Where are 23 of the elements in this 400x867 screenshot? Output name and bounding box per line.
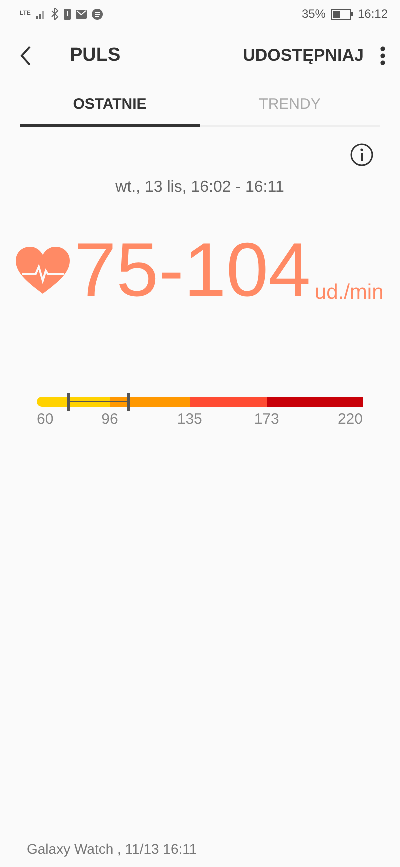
tick-label: 173 [254,411,280,428]
tab[interactable]: OSTATNIE [20,84,200,127]
tick-label: 96 [102,411,118,428]
range-line [68,401,128,402]
battery-icon [330,8,353,20]
signal-icon [36,9,46,19]
heart-rate-value: 75-104 [74,233,311,309]
heart-rate-icon [16,247,70,295]
share-button[interactable]: UDOSTĘPNIAJ [243,46,364,66]
battery-label: 35% [302,7,326,21]
info-icon[interactable] [350,143,374,167]
source-label: Galaxy Watch , 11/13 16:11 [26,841,198,859]
more-icon[interactable] [380,46,386,66]
clock: 16:12 [358,7,388,21]
back-icon[interactable] [20,46,32,66]
screen-title: PULS [70,45,122,67]
tick-label: 60 [37,411,54,428]
tick-label: 135 [177,411,202,428]
date-range: wt., 13 lis, 16:02 - 16:11 [114,179,286,197]
mail-icon [76,10,87,18]
tick-label: 220 [338,411,363,428]
unit-label: ud./min [314,281,384,305]
bluetooth-icon [50,8,59,20]
